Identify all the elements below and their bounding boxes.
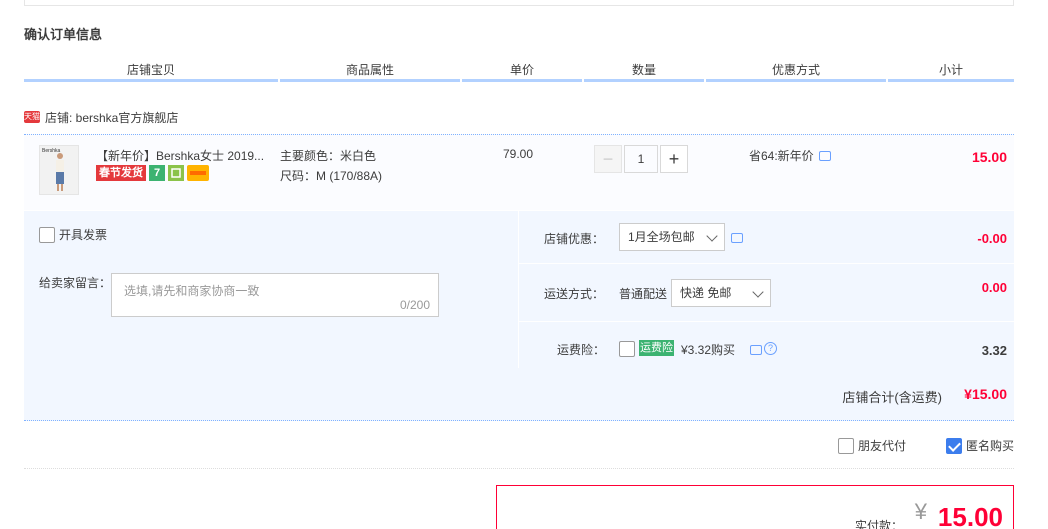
qty-minus-button[interactable]: − (594, 145, 622, 173)
order-options-panel: 开具发票 给卖家留言： 选填,请先和商家协商一致 0/200 店铺优惠： 1月全… (24, 211, 1014, 421)
friend-pay-option[interactable]: 朋友代付 (837, 437, 906, 454)
unit-price: 79.00 (503, 147, 534, 161)
insurance-checkbox[interactable] (619, 341, 635, 357)
shipping-select[interactable]: 快递 免邮 (671, 279, 771, 307)
friend-pay-label: 朋友代付 (857, 439, 906, 453)
top-border-box (24, 0, 1014, 6)
message-textarea[interactable]: 选填,请先和商家协商一致 0/200 (111, 273, 439, 317)
section-title: 确认订单信息 (24, 27, 103, 42)
qty-input[interactable]: 1 (624, 145, 658, 173)
chat-bubble-icon[interactable] (731, 233, 743, 243)
model-figure-icon (56, 153, 64, 191)
insurance-value: 3.32 (981, 343, 1007, 358)
purchase-options-row: 朋友代付 匿名购买 (24, 421, 1014, 469)
shop-discount-row: 店铺优惠： 1月全场包邮 -0.00 (519, 211, 1014, 263)
anonymous-option[interactable]: 匿名购买 (945, 437, 1014, 454)
item-subtotal: 15.00 (971, 149, 1007, 165)
attr-color: 主要颜色：米白色 (280, 149, 377, 163)
pay-currency: ¥ (914, 499, 927, 524)
col-attributes: 商品属性 (280, 62, 460, 82)
discount-text: 省64:新年价 (749, 149, 814, 163)
left-options: 开具发票 给卖家留言： 选填,请先和商家协商一致 0/200 (24, 211, 518, 368)
chat-bubble-icon[interactable] (818, 150, 831, 161)
invoice-option[interactable]: 开具发票 (39, 226, 107, 243)
discount-info: 省64:新年价 (749, 147, 831, 164)
attr-size: 尺码：M (170/88A) (280, 169, 383, 183)
col-subtotal: 小计 (888, 62, 1014, 82)
help-question-icon[interactable]: ? (764, 342, 777, 355)
shop-name-link[interactable]: 店铺: bershka官方旗舰店 (45, 109, 178, 126)
shipping-selected: 快递 免邮 (680, 286, 732, 300)
spring-festival-shipping-tag: 春节发货 (96, 165, 146, 181)
shop-total-value: ¥15.00 (964, 386, 1007, 402)
message-char-count: 0/200 (399, 298, 430, 312)
shop-total-row: 店铺合计(含运费) ¥15.00 (24, 368, 1014, 420)
col-discount: 优惠方式 (706, 62, 886, 82)
invoice-label: 开具发票 (59, 228, 108, 242)
pay-amount: 15.00 (937, 502, 1003, 529)
anonymous-label: 匿名购买 (965, 439, 1014, 453)
shipping-label: 运送方式： (544, 287, 605, 301)
product-tags: 春节发货 7 (96, 165, 209, 181)
insurance-label: 运费险： (557, 343, 606, 357)
shop-discount-select[interactable]: 1月全场包邮 (619, 223, 725, 251)
col-unit-price: 单价 (462, 62, 582, 82)
seven-day-return-icon: 7 (149, 165, 165, 181)
friend-pay-checkbox[interactable] (837, 437, 854, 454)
qty-plus-button[interactable]: + (660, 145, 688, 173)
shop-total-label: 店铺合计(含运费) (842, 390, 942, 405)
message-placeholder: 选填,请先和商家协商一致 (124, 284, 260, 298)
anonymous-checkbox[interactable] (945, 437, 962, 454)
col-quantity: 数量 (584, 62, 704, 82)
payment-summary-box: 实付款： ¥ 15.00 (496, 485, 1014, 529)
shop-discount-label: 店铺优惠： (544, 232, 605, 246)
product-title-link[interactable]: 【新年价】Bershka女士 2019... (96, 147, 276, 164)
credit-card-icon (187, 165, 209, 181)
insurance-row: 运费险： 运费险 ¥3.32购买 ? 3.32 (519, 322, 1014, 368)
insurance-tag: 运费险 (639, 340, 674, 356)
quantity-stepper: − 1 + (594, 145, 688, 173)
insurance-price: ¥3.32购买 (681, 343, 736, 357)
message-label: 给卖家留言： (39, 276, 112, 290)
shipping-method: 普通配送 (619, 287, 668, 301)
guarantee-icon (168, 165, 184, 181)
table-header: 店铺宝贝 商品属性 单价 数量 优惠方式 小计 (24, 62, 1014, 82)
shop-discount-selected: 1月全场包邮 (628, 230, 695, 244)
order-item-row: Bershka 【新年价】Bershka女士 2019... 春节发货 7 主要… (24, 134, 1014, 210)
shop-row: 天猫 店铺: bershka官方旗舰店 (24, 107, 178, 127)
chevron-down-icon (752, 286, 764, 298)
shop-discount-value: -0.00 (977, 231, 1007, 246)
invoice-checkbox[interactable] (39, 226, 55, 243)
shipping-value: 0.00 (981, 280, 1007, 295)
col-shop-item: 店铺宝贝 (24, 62, 278, 82)
product-thumbnail[interactable]: Bershka (39, 145, 79, 195)
pay-label: 实付款： (854, 519, 903, 529)
chevron-down-icon (706, 230, 718, 242)
shipping-row: 运送方式： 普通配送 快递 免邮 0.00 (519, 264, 1014, 321)
chat-bubble-icon[interactable] (750, 345, 762, 355)
tmall-icon: 天猫 (24, 111, 40, 123)
